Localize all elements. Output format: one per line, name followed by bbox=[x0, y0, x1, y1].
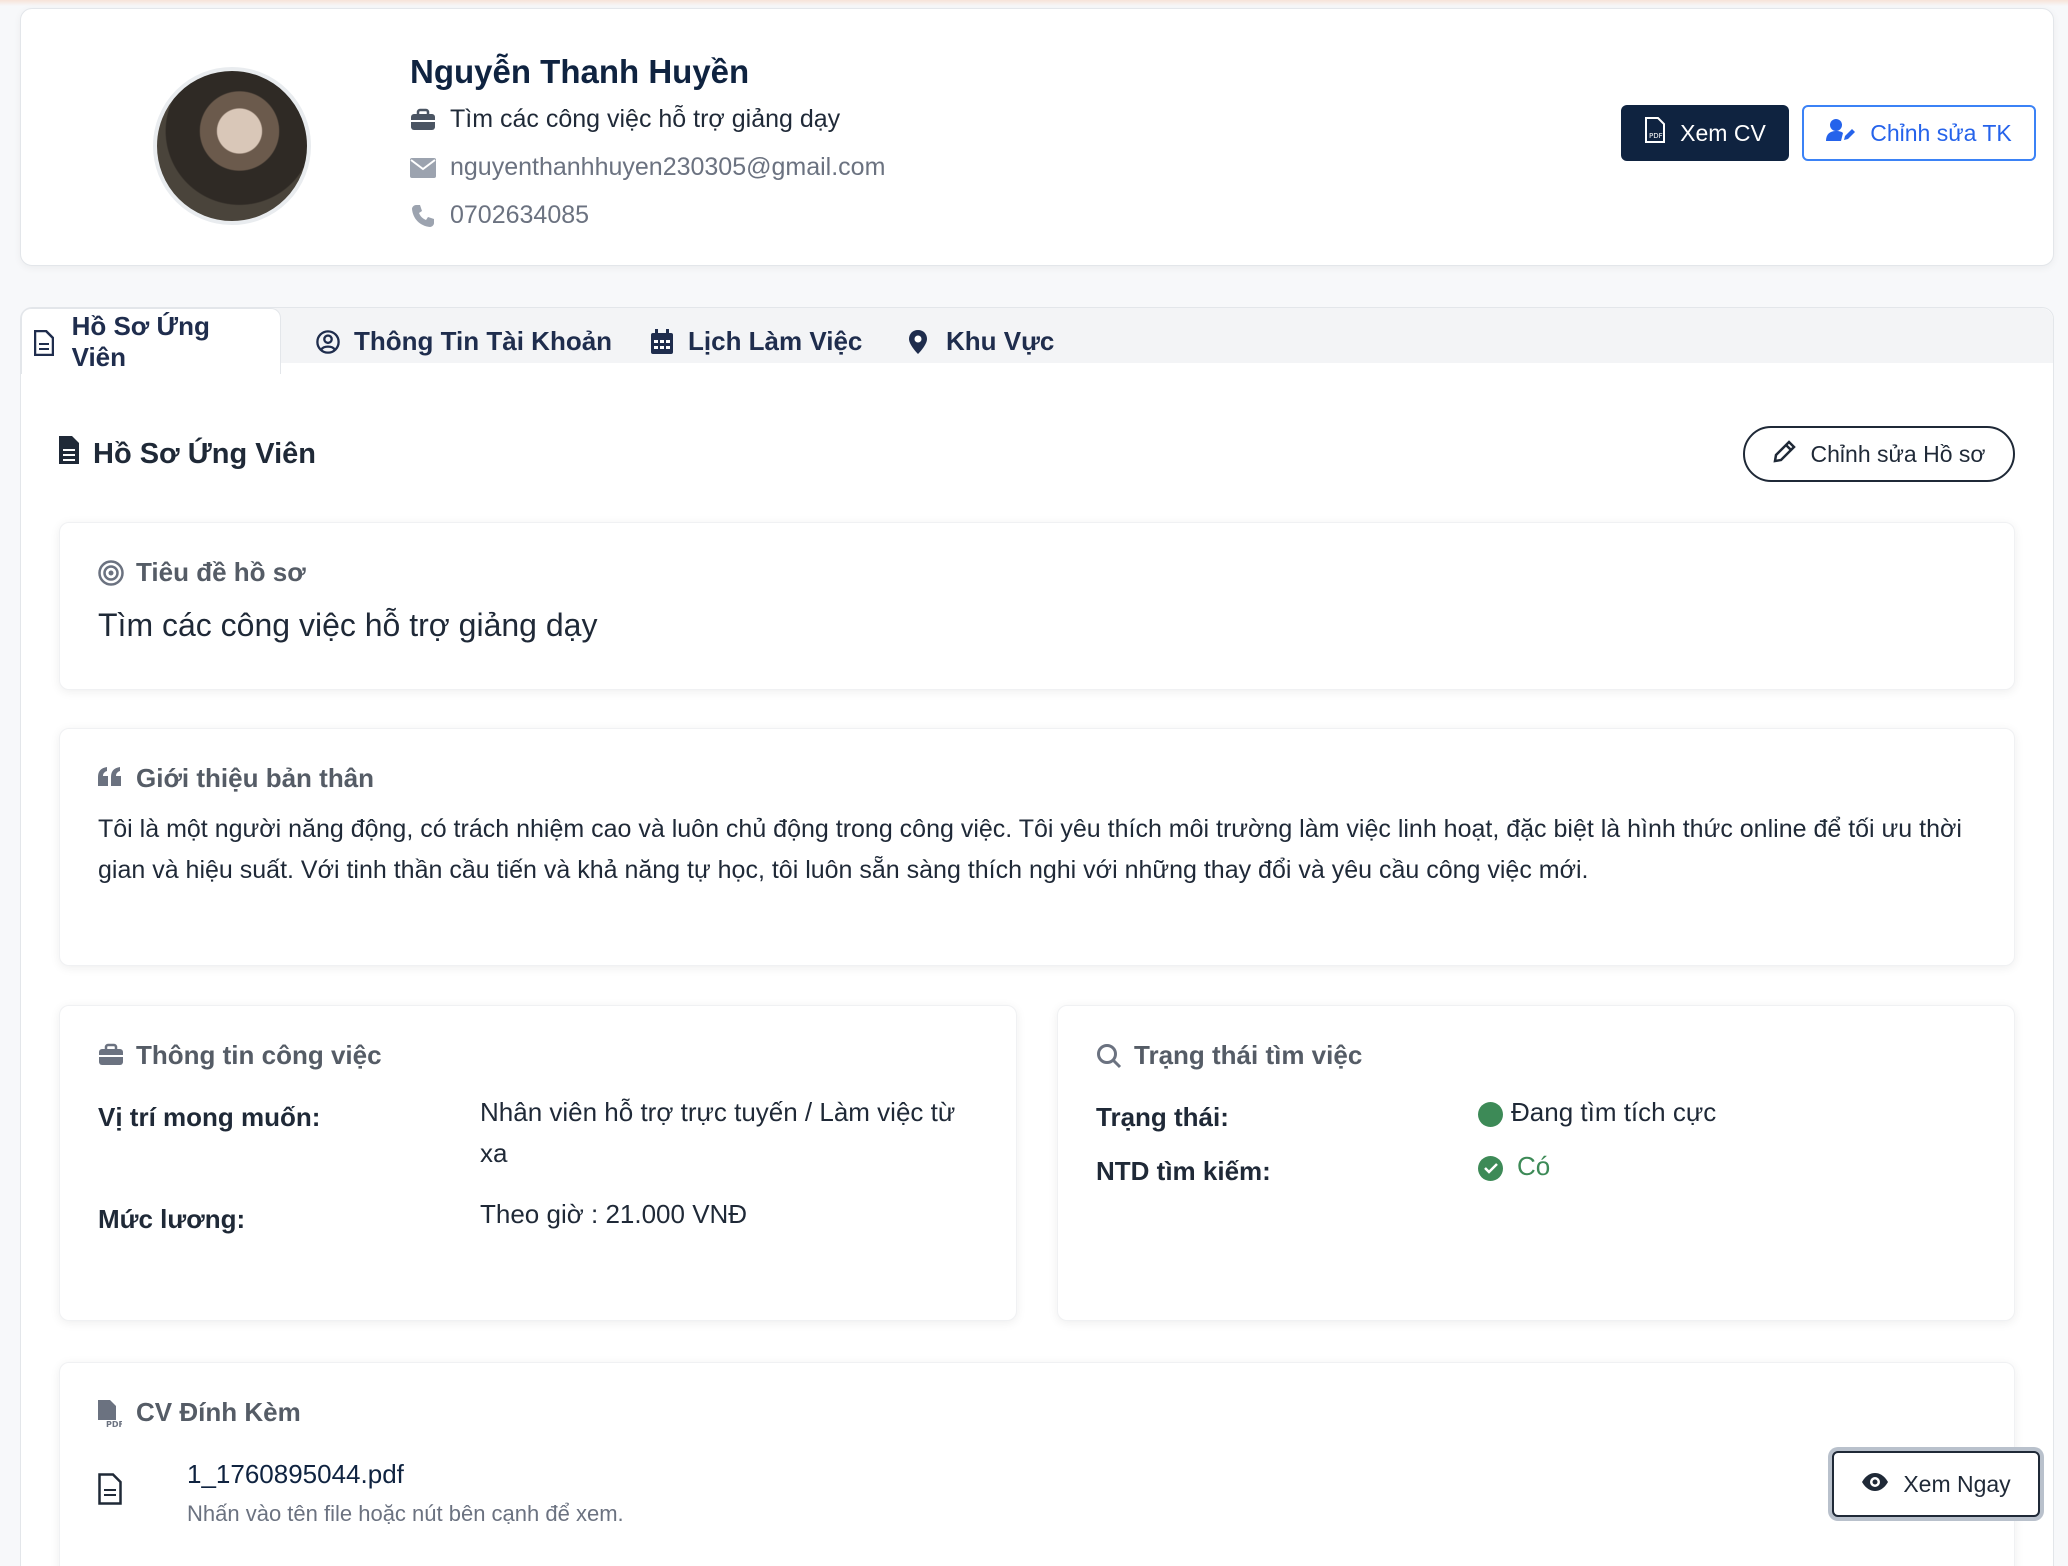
cv-file-link[interactable]: 1_1760895044.pdf bbox=[187, 1459, 404, 1490]
quote-icon bbox=[98, 766, 124, 792]
bio-heading: Giới thiệu bản thân bbox=[98, 763, 374, 794]
pdf-file-icon: PDF bbox=[1644, 117, 1666, 149]
profile-title-heading-text: Tiêu đề hồ sơ bbox=[136, 557, 306, 587]
eye-icon bbox=[1861, 1471, 1889, 1498]
user-edit-icon bbox=[1826, 118, 1856, 148]
calendar-icon bbox=[650, 329, 674, 354]
target-icon bbox=[98, 559, 124, 586]
profile-job-title: Tìm các công việc hỗ trợ giảng dạy bbox=[450, 105, 841, 133]
tab-label: Thông Tin Tài Khoản bbox=[354, 325, 613, 356]
tab-work-schedule[interactable]: Lịch Làm Việc bbox=[638, 308, 874, 374]
cv-attachment-heading: PDF CV Đính Kèm bbox=[98, 1397, 301, 1428]
check-circle-icon bbox=[1478, 1155, 1503, 1181]
edit-profile-label: Chỉnh sửa Hồ sơ bbox=[1810, 440, 1986, 467]
employer-search-value: Có bbox=[1517, 1151, 1551, 1181]
user-circle-icon bbox=[316, 329, 340, 354]
profile-email: nguyenthanhhuyen230305@gmail.com bbox=[450, 153, 886, 181]
pencil-icon bbox=[1773, 439, 1797, 469]
bio-heading-text: Giới thiệu bản thân bbox=[136, 763, 375, 793]
profile-phone-line: 0702634085 bbox=[410, 201, 589, 230]
job-status-heading-text: Trạng thái tìm việc bbox=[1134, 1040, 1363, 1070]
view-now-button[interactable]: Xem Ngay bbox=[1832, 1451, 2040, 1517]
job-status-heading: Trạng thái tìm việc bbox=[1096, 1040, 1362, 1071]
status-value: Đang tìm tích cực bbox=[1511, 1097, 1717, 1127]
svg-text:PDF: PDF bbox=[106, 1420, 122, 1428]
salary-label: Mức lương: bbox=[98, 1204, 246, 1234]
cv-file-hint: Nhấn vào tên file hoặc nút bên cạnh để x… bbox=[187, 1501, 624, 1526]
search-icon bbox=[1096, 1043, 1122, 1069]
cv-attachment-card: PDF CV Đính Kèm 1_1760895044.pdf Nhấn và… bbox=[59, 1362, 2040, 1566]
tab-label: Lịch Làm Việc bbox=[688, 325, 863, 356]
status-label: Trạng thái: bbox=[1096, 1102, 1229, 1132]
salary-value: Theo giờ : 21.000 VNĐ bbox=[480, 1199, 748, 1229]
job-info-heading-text: Thông tin công việc bbox=[136, 1040, 382, 1070]
phone-icon bbox=[410, 203, 436, 229]
profile-phone: 0702634085 bbox=[450, 201, 590, 229]
tab-label: Khu Vực bbox=[946, 325, 1055, 356]
file-outline-icon bbox=[98, 1473, 122, 1510]
cv-attachment-heading-text: CV Đính Kèm bbox=[136, 1397, 301, 1427]
job-info-card: Thông tin công việc Vị trí mong muốn: Nh… bbox=[59, 1005, 1017, 1321]
profile-job-line: Tìm các công việc hỗ trợ giảng dạy bbox=[410, 105, 840, 134]
svg-text:PDF: PDF bbox=[1649, 132, 1663, 140]
desired-position-label: Vị trí mong muốn: bbox=[98, 1102, 321, 1132]
envelope-icon bbox=[410, 155, 436, 181]
avatar bbox=[153, 67, 311, 225]
profile-card: Nguyễn Thanh Huyền Tìm các công việc hỗ … bbox=[20, 8, 2054, 266]
tab-region[interactable]: Khu Vực bbox=[896, 308, 1066, 374]
view-cv-label: Xem CV bbox=[1680, 119, 1766, 146]
employer-search-value-row: Có bbox=[1478, 1146, 1550, 1187]
profile-title-value: Tìm các công việc hỗ trợ giảng dạy bbox=[98, 607, 598, 643]
briefcase-icon bbox=[410, 107, 436, 133]
job-status-card: Trạng thái tìm việc Trạng thái: Đang tìm… bbox=[1057, 1005, 2015, 1321]
profile-title-card: Tiêu đề hồ sơ Tìm các công việc hỗ trợ g… bbox=[59, 522, 2015, 690]
status-value-row: Đang tìm tích cực bbox=[1478, 1092, 1716, 1133]
profile-email-line: nguyenthanhhuyen230305@gmail.com bbox=[410, 153, 885, 182]
tab-candidate-profile[interactable]: Hồ Sơ Ứng Viên bbox=[21, 308, 281, 374]
profile-title-heading: Tiêu đề hồ sơ bbox=[98, 557, 306, 588]
edit-account-label: Chỉnh sửa TK bbox=[1870, 119, 2012, 146]
briefcase-icon bbox=[98, 1043, 124, 1069]
view-now-label: Xem Ngay bbox=[1903, 1470, 2011, 1497]
map-pin-icon bbox=[908, 329, 932, 354]
file-icon bbox=[34, 329, 58, 356]
bio-card: Giới thiệu bản thân Tôi là một người năn… bbox=[59, 728, 2015, 966]
job-info-heading: Thông tin công việc bbox=[98, 1040, 382, 1071]
top-accent-line bbox=[0, 0, 2068, 6]
bio-text: Tôi là một người năng động, có trách nhi… bbox=[98, 815, 1962, 884]
section-title-text: Hồ Sơ Ứng Viên bbox=[93, 437, 316, 470]
main-panel: Hồ Sơ Ứng Viên Thông Tin Tài Khoản Lịch … bbox=[20, 307, 2054, 1566]
tab-account-info[interactable]: Thông Tin Tài Khoản bbox=[304, 308, 624, 374]
employer-search-label: NTD tìm kiếm: bbox=[1096, 1156, 1271, 1186]
profile-name: Nguyễn Thanh Huyền bbox=[410, 53, 750, 90]
status-dot bbox=[1478, 1101, 1503, 1127]
section-title: Hồ Sơ Ứng Viên bbox=[59, 436, 316, 472]
view-cv-button[interactable]: PDF Xem CV bbox=[1621, 105, 1789, 161]
document-icon bbox=[59, 436, 79, 472]
edit-profile-button[interactable]: Chỉnh sửa Hồ sơ bbox=[1743, 426, 2015, 482]
edit-account-button[interactable]: Chỉnh sửa TK bbox=[1802, 105, 2036, 161]
pdf-file-icon: PDF bbox=[98, 1399, 124, 1428]
desired-position-value: Nhân viên hỗ trợ trực tuyến / Làm việc t… bbox=[480, 1097, 956, 1168]
tab-label: Hồ Sơ Ứng Viên bbox=[71, 310, 210, 372]
